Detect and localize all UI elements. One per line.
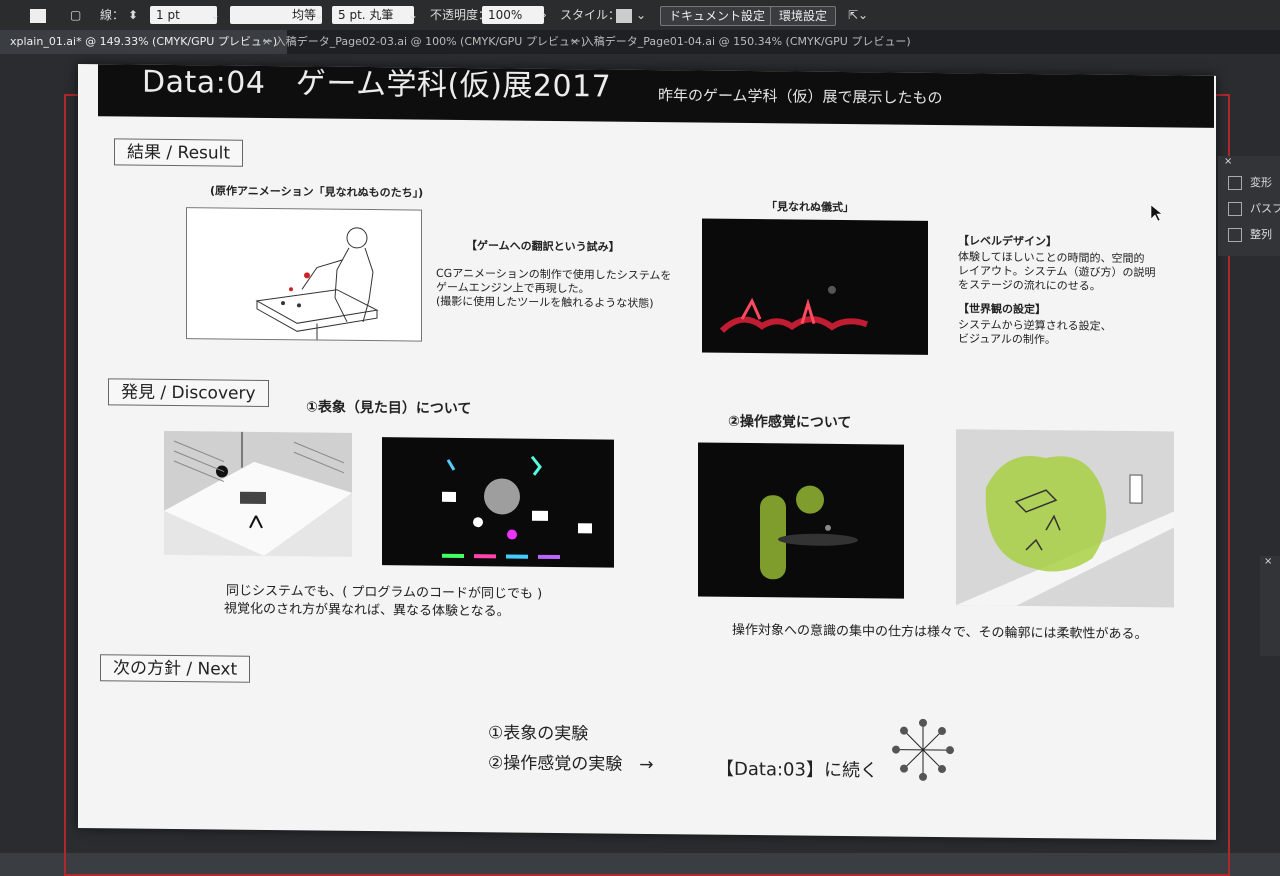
- character-panel: ×: [1260, 556, 1280, 656]
- style-label: スタイル：: [560, 8, 621, 22]
- panel-item-align[interactable]: 整列: [1218, 222, 1280, 248]
- section-heading-next: 次の方針 / Next: [100, 654, 251, 683]
- close-icon[interactable]: ×: [1260, 556, 1280, 567]
- page-title: Data:04 ゲーム学科(仮)展2017: [142, 64, 612, 105]
- radial-figure-icon: [890, 717, 956, 784]
- discovery-note-appearance-line: 視覚化のされ方が異なれば、異なる体験となる。: [224, 601, 510, 620]
- pathfinder-icon: [1228, 202, 1242, 216]
- stroke-swatch-icon[interactable]: ▢: [70, 6, 81, 24]
- stroke-label: 線：: [100, 8, 125, 22]
- document-settings-button[interactable]: ドキュメント設定: [660, 6, 775, 26]
- transform-panel: × 変形 パスフ 整列: [1218, 156, 1280, 256]
- worldview-heading: 【世界観の設定】: [958, 302, 1046, 317]
- style-swatch[interactable]: [616, 6, 632, 24]
- worldview-line: ビジュアルの制作。: [958, 332, 1056, 347]
- page-header: Data:04 ゲーム学科(仮)展2017 昨年のゲーム学科（仮）展で展示したも…: [98, 64, 1214, 128]
- chevron-right-icon[interactable]: ›: [542, 6, 547, 24]
- section-heading-result: 結果 / Result: [114, 138, 244, 167]
- chevron-down-icon[interactable]: ⌄: [408, 6, 418, 24]
- discovery-note-control: 操作対象への意識の集中の仕方は様々で、その輪郭には柔軟性がある。: [732, 622, 1148, 643]
- control-bar: ▢ 線： ⬍ 1 pt ⌄ 均等 ⌄ 5 pt. 丸筆 ⌄ 不透明度： 100%…: [0, 0, 1280, 30]
- panel-item-label: パスフ: [1250, 202, 1280, 215]
- discovery-note-appearance-line: 同じシステムでも、( プログラムのコードが同じでも ): [226, 583, 543, 602]
- isometric-room-drawing: [164, 430, 352, 556]
- panel-item-label: 変形: [1250, 176, 1272, 189]
- next-item-appearance: ①表象の実験: [488, 723, 589, 745]
- stroke-weight-field[interactable]: 1 pt: [150, 6, 217, 24]
- panel-item-label: 整列: [1250, 228, 1272, 241]
- control-feel-screenshot: [698, 442, 904, 599]
- animation-caption: (原作アニメーション「見なれぬものたち」): [210, 184, 424, 200]
- stroke-stepper[interactable]: ⬍: [128, 6, 138, 24]
- isometric-room-illustration: [164, 430, 352, 557]
- section-heading-discovery: 発見 / Discovery: [108, 378, 269, 407]
- tab-document-1[interactable]: xplain_01.ai* @ 149.33% (CMYK/GPU プレビュー): [0, 30, 288, 54]
- discovery-subheading-appearance: ①表象（見た目）について: [306, 399, 472, 418]
- panel-item-transform[interactable]: 変形: [1218, 170, 1280, 196]
- brush-select[interactable]: 5 pt. 丸筆: [332, 6, 414, 24]
- arrange-icon[interactable]: ⇱⌄: [848, 6, 868, 24]
- isometric-green-area-drawing: [956, 455, 1174, 606]
- chevron-down-icon[interactable]: ⌄: [636, 6, 646, 24]
- close-icon[interactable]: ×: [262, 35, 275, 48]
- neon-figures: [719, 285, 868, 333]
- opacity-label: 不透明度：: [430, 8, 491, 22]
- tab-label: 入稿データ_Page01-04.ai @ 150.34% (CMYK/GPU プ…: [582, 35, 911, 48]
- transform-icon: [1228, 176, 1242, 190]
- pointer-cursor-icon: [1150, 204, 1163, 222]
- document-tabs: xplain_01.ai* @ 149.33% (CMYK/GPU プレビュー)…: [0, 30, 1280, 54]
- radial-figure-drawing: [892, 718, 954, 781]
- ritual-screenshot: [702, 218, 928, 355]
- next-item-control: ②操作感覚の実験 →: [488, 753, 654, 776]
- control-feel-illustration: [956, 429, 1174, 608]
- chevron-down-icon[interactable]: ⌄: [314, 6, 324, 24]
- control-highlight-drawing: [760, 485, 858, 580]
- wireframe-illustration: [186, 207, 422, 342]
- level-design-heading: 【レベルデザイン】: [958, 234, 1057, 249]
- tab-label: 入稿データ_Page02-03.ai @ 100% (CMYK/GPU プレビュ…: [274, 35, 586, 48]
- neon-appearance-screenshot: [382, 437, 614, 568]
- chevron-down-icon[interactable]: ⌄: [210, 6, 220, 24]
- page-subtitle: 昨年のゲーム学科（仮）展で展示したもの: [658, 86, 943, 108]
- wireframe-drawing: [255, 227, 379, 340]
- discovery-subheading-control: ②操作感覚について: [728, 413, 852, 432]
- artboard[interactable]: Data:04 ゲーム学科(仮)展2017 昨年のゲーム学科（仮）展で展示したも…: [78, 64, 1216, 840]
- align-icon: [1228, 228, 1242, 242]
- tab-label: xplain_01.ai* @ 149.33% (CMYK/GPU プレビュー): [10, 35, 278, 48]
- stroke-profile-select[interactable]: 均等: [230, 6, 322, 24]
- opacity-field[interactable]: 100%: [482, 6, 544, 24]
- tab-document-2[interactable]: × 入稿データ_Page02-03.ai @ 100% (CMYK/GPU プレ…: [252, 30, 595, 54]
- continue-to-data03: 【Data:03】に続く: [716, 758, 878, 782]
- ritual-caption: 「見なれぬ儀式」: [766, 200, 854, 215]
- tab-document-3[interactable]: × 入稿データ_Page01-04.ai @ 150.34% (CMYK/GPU…: [560, 30, 921, 54]
- neon-shapes: [442, 455, 592, 560]
- translation-line: (撮影に使用したツールを触れるような状態): [436, 294, 654, 311]
- level-design-line: をステージの流れにのせる。: [958, 278, 1101, 293]
- close-icon[interactable]: ×: [570, 35, 583, 48]
- translation-heading: 【ゲームへの翻訳という試み】: [466, 239, 620, 254]
- close-icon[interactable]: ×: [1218, 156, 1280, 170]
- panel-item-pathfinder[interactable]: パスフ: [1218, 196, 1280, 222]
- fill-swatch[interactable]: [30, 6, 46, 24]
- preferences-button[interactable]: 環境設定: [770, 6, 837, 26]
